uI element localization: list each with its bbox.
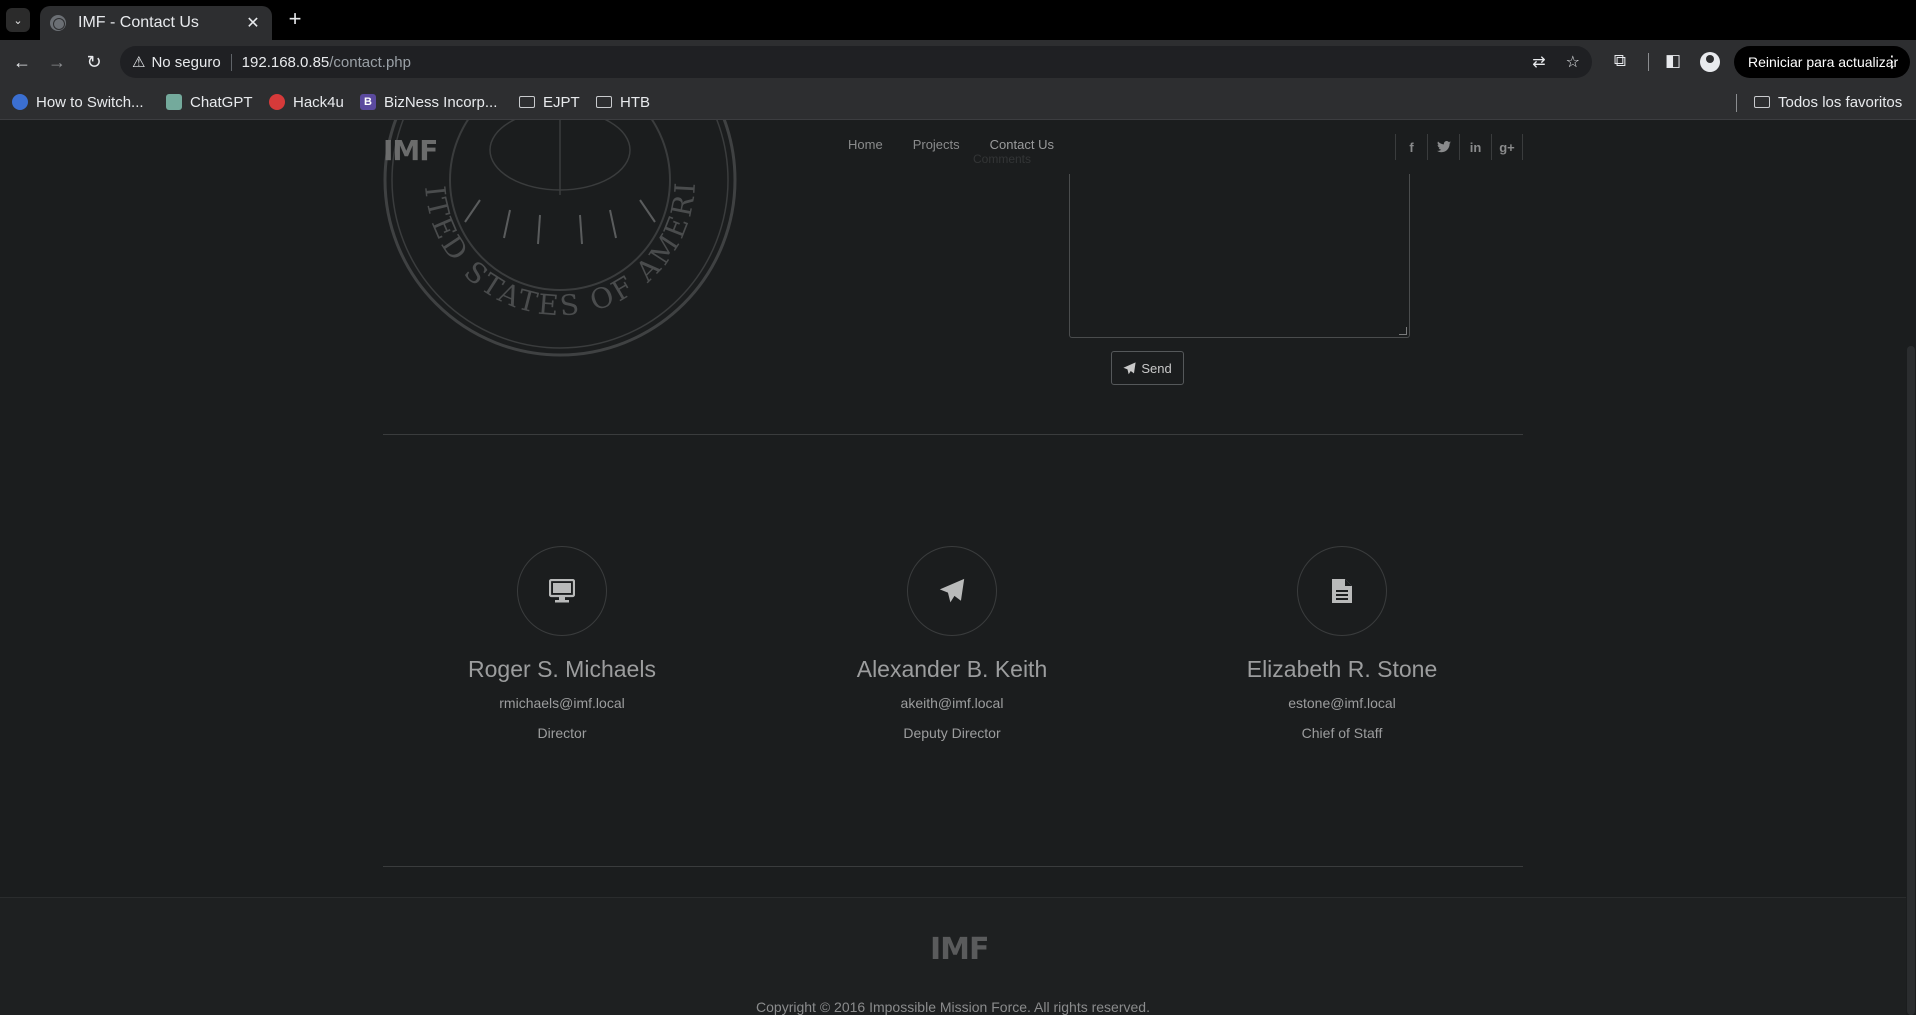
nav-contact-us[interactable]: Contact Us	[990, 137, 1054, 152]
send-button[interactable]: Send	[1111, 351, 1184, 385]
nav-home[interactable]: Home	[848, 137, 883, 152]
bookmark-item[interactable]: Hack4u	[269, 92, 344, 112]
security-label[interactable]: No seguro	[151, 53, 232, 71]
folder-icon	[519, 96, 535, 108]
folder-icon	[1754, 96, 1770, 108]
address-bar[interactable]: ⚠ No seguro 192.168.0.85 /contact.php ⇄ …	[120, 46, 1592, 78]
bookmark-label: EJPT	[543, 93, 580, 111]
warning-icon: ⚠	[132, 54, 146, 71]
folder-icon	[596, 96, 612, 108]
message-textarea[interactable]	[1069, 174, 1410, 338]
contact-role: Director	[537, 725, 587, 741]
chatgpt-favicon	[166, 94, 182, 110]
copyright-text: Copyright © 2016 Impossible Mission Forc…	[756, 999, 1150, 1015]
restart-to-update-button[interactable]: Reiniciar para actualizar ⋮	[1734, 46, 1910, 78]
document-icon	[1332, 579, 1352, 603]
bookmark-label: ChatGPT	[190, 93, 253, 111]
bizness-favicon: B	[360, 94, 376, 110]
social-links: f in g+	[1395, 134, 1523, 160]
all-bookmarks-folder[interactable]: Todos los favoritos	[1754, 92, 1902, 112]
contact-email[interactable]: akeith@imf.local	[757, 695, 1147, 711]
contact-card: Elizabeth R. Stone estone@imf.local Chie…	[1147, 546, 1537, 741]
new-tab-button[interactable]: +	[282, 7, 308, 33]
tab-active[interactable]: IMF - Contact Us ✕	[40, 6, 272, 40]
contact-card: Alexander B. Keith akeith@imf.local Depu…	[757, 546, 1147, 741]
footer-logo: IMF	[930, 932, 990, 967]
page-viewport: UNITED STATES OF AMERICA IMF Home Projec…	[0, 120, 1906, 1015]
globe-icon	[50, 15, 66, 31]
nav-projects[interactable]: Projects	[913, 137, 960, 152]
bookmark-favicon	[12, 94, 28, 110]
contact-icon-circle	[1297, 546, 1387, 636]
send-label: Send	[1141, 360, 1172, 376]
tab-strip: ⌄ IMF - Contact Us ✕ +	[0, 0, 1916, 40]
section-divider	[383, 866, 1523, 867]
main-nav: Home Projects Contact Us	[848, 137, 1054, 152]
bookmark-folder[interactable]: EJPT	[519, 92, 580, 112]
bookmark-label: How to Switch...	[36, 93, 144, 111]
monitor-icon	[549, 579, 575, 603]
contact-name: Elizabeth R. Stone	[1246, 656, 1438, 682]
star-icon[interactable]: ☆	[1566, 52, 1580, 72]
all-bookmarks-label: Todos los favoritos	[1778, 93, 1903, 111]
reload-button[interactable]: ↻	[82, 50, 106, 74]
translate-icon[interactable]: ⇄	[1532, 52, 1545, 72]
forward-button[interactable]: →	[45, 50, 69, 74]
bookmarks-bar: How to Switch... ChatGPT Hack4u B BizNes…	[0, 84, 1916, 120]
contact-card: Roger S. Michaels rmichaels@imf.local Di…	[367, 546, 757, 741]
tab-search-button[interactable]: ⌄	[6, 8, 30, 32]
close-icon[interactable]: ✕	[244, 13, 262, 33]
site-navbar: IMF Home Projects Contact Us Comments f …	[383, 120, 1523, 174]
section-divider	[383, 434, 1523, 435]
page-scrollbar[interactable]	[1906, 120, 1916, 1015]
site-footer: IMF Copyright © 2016 Impossible Mission …	[0, 897, 1906, 1015]
bookmark-label: Hack4u	[293, 93, 344, 111]
linkedin-icon[interactable]: in	[1459, 134, 1491, 160]
extensions-icon[interactable]: ⧉	[1609, 51, 1631, 71]
more-menu-icon[interactable]: ⋮	[1884, 52, 1900, 72]
site-logo[interactable]: IMF	[383, 134, 438, 167]
profile-icon[interactable]	[1700, 52, 1720, 72]
paper-plane-icon	[939, 578, 965, 603]
contact-icon-circle	[517, 546, 607, 636]
contact-email[interactable]: estone@imf.local	[1147, 695, 1537, 711]
bookmark-label: BizNess Incorp...	[384, 93, 498, 111]
google-plus-icon[interactable]: g+	[1491, 134, 1523, 160]
toolbar-divider	[1648, 53, 1649, 71]
browser-toolbar: ← → ↻ ⚠ No seguro 192.168.0.85 /contact.…	[0, 40, 1916, 84]
bookmark-label: HTB	[620, 93, 650, 111]
bookmark-item[interactable]: B BizNess Incorp...	[360, 92, 497, 112]
tab-title: IMF - Contact Us	[78, 14, 199, 31]
contact-role: Chief of Staff	[1301, 725, 1383, 741]
hack4u-favicon	[269, 94, 285, 110]
contact-role: Deputy Director	[903, 725, 1001, 741]
bookmarks-divider	[1736, 94, 1737, 112]
facebook-icon[interactable]: f	[1395, 134, 1427, 160]
side-panel-icon[interactable]: ◧	[1662, 51, 1684, 71]
comments-label-faded: Comments	[973, 152, 1032, 166]
url-host: 192.168.0.85	[241, 53, 330, 71]
twitter-icon[interactable]	[1427, 134, 1459, 160]
contact-name: Roger S. Michaels	[468, 656, 656, 682]
bookmark-item[interactable]: How to Switch...	[12, 92, 144, 112]
scrollbar-thumb[interactable]	[1907, 346, 1915, 1015]
back-button[interactable]: ←	[10, 50, 34, 74]
bookmark-folder[interactable]: HTB	[596, 92, 650, 112]
restart-label: Reiniciar para actualizar	[1748, 54, 1899, 70]
resize-grip-icon[interactable]	[1399, 327, 1407, 335]
contact-name: Alexander B. Keith	[856, 656, 1048, 682]
contact-email[interactable]: rmichaels@imf.local	[367, 695, 757, 711]
contact-icon-circle	[907, 546, 997, 636]
bookmark-item[interactable]: ChatGPT	[166, 92, 253, 112]
paper-plane-icon	[1123, 361, 1136, 374]
url-path: /contact.php	[329, 53, 411, 71]
